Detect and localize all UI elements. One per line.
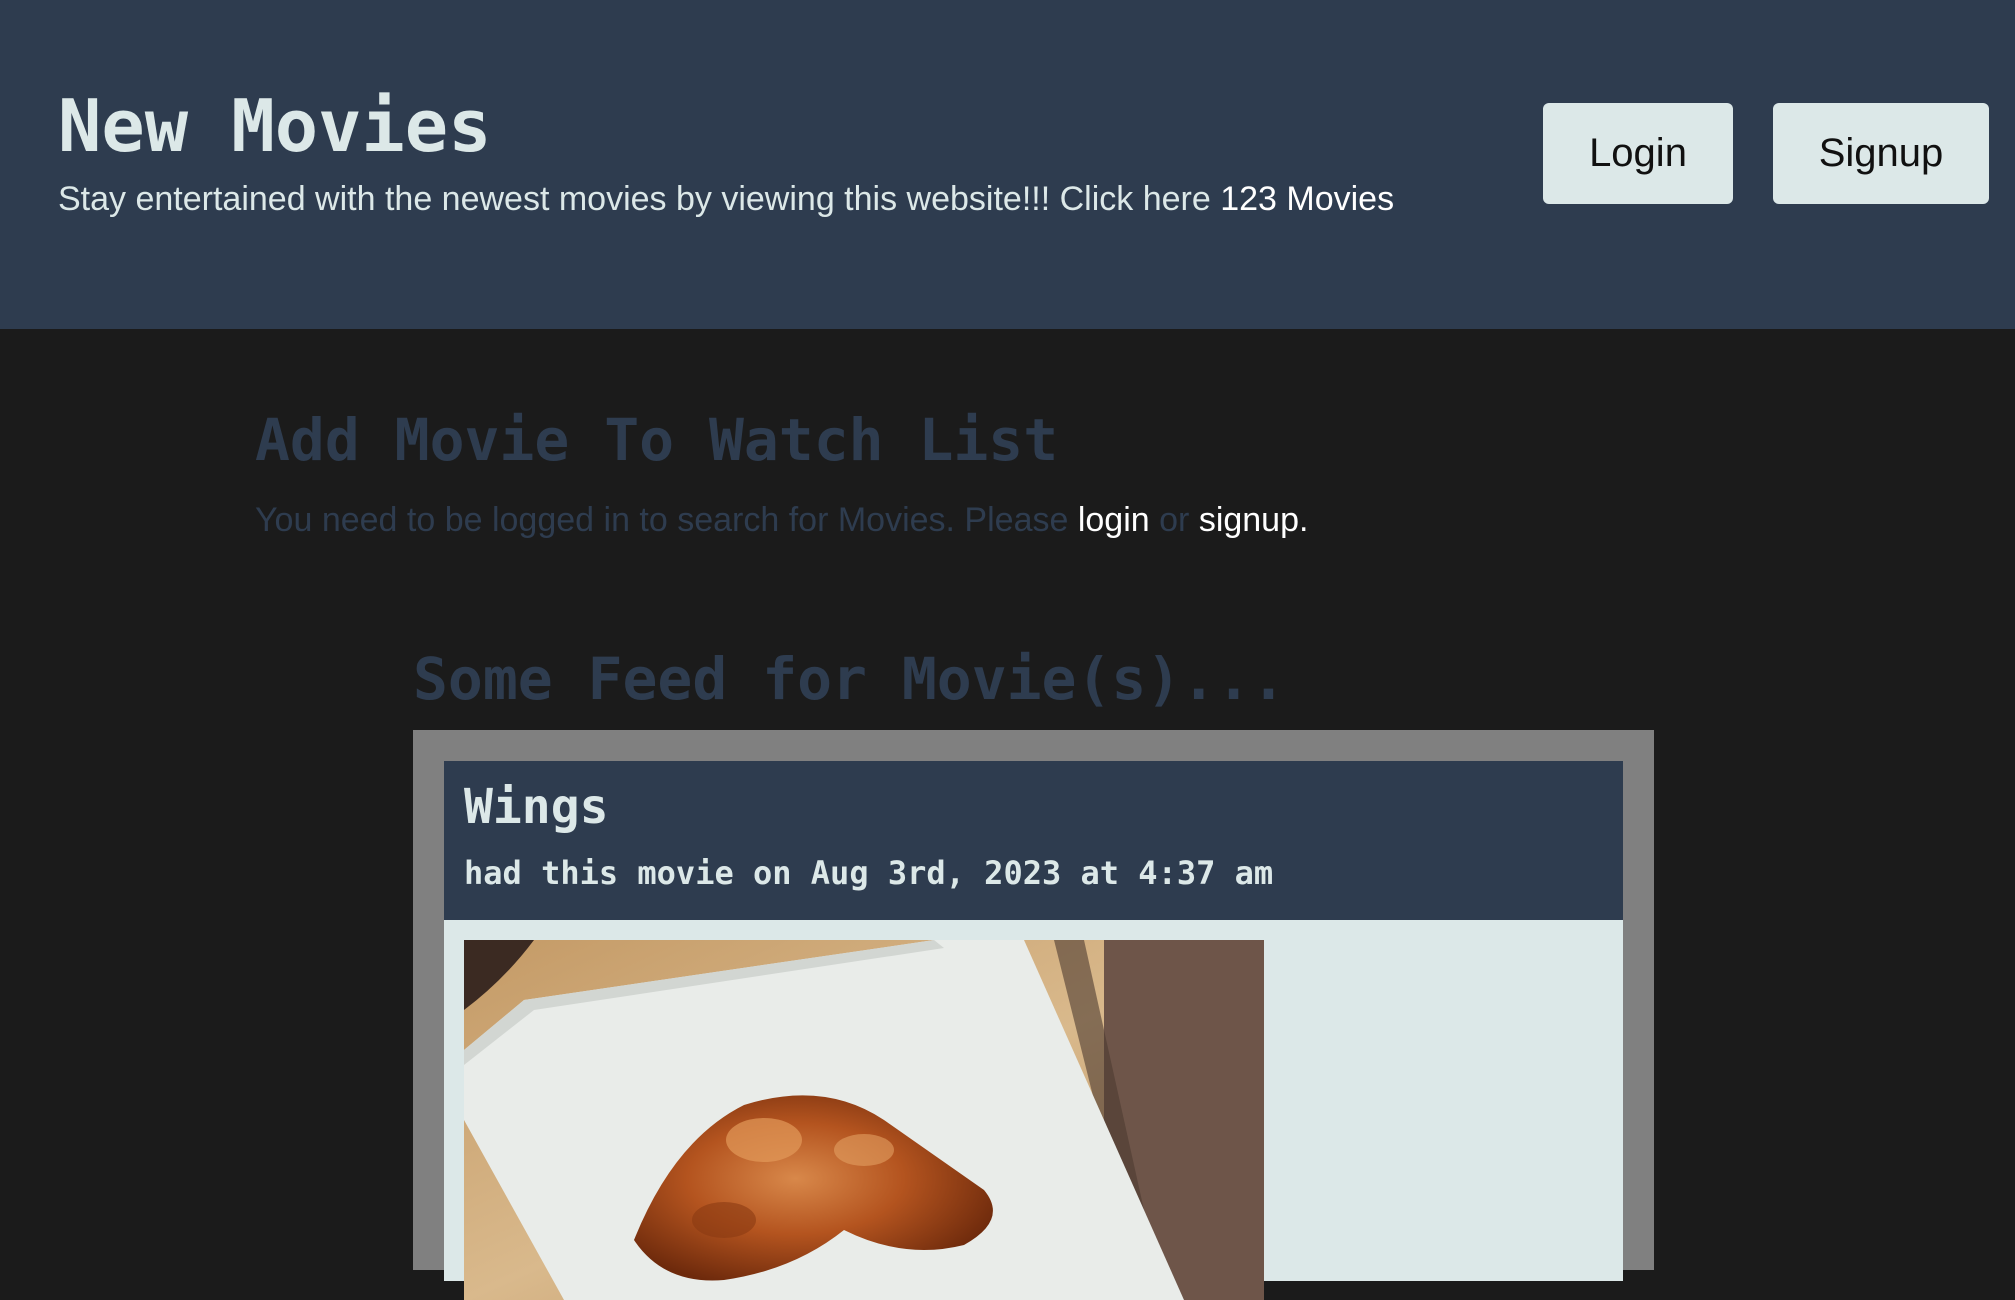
tagline-text: Stay entertained with the newest movies … <box>58 180 1221 218</box>
site-tagline: Stay entertained with the newest movies … <box>58 178 1394 220</box>
feed-heading: Some Feed for Movie(s)... <box>413 645 1286 713</box>
feed-card: Wings had this movie on Aug 3rd, 2023 at… <box>444 761 1623 1300</box>
login-note-text: You need to be logged in to search for M… <box>255 501 1078 539</box>
chicken-wing-photo <box>464 940 1264 1300</box>
feed-container: Wings had this movie on Aug 3rd, 2023 at… <box>413 730 1654 1300</box>
feed-card-title: Wings <box>464 779 609 835</box>
login-link[interactable]: login <box>1078 501 1150 539</box>
feed-card-meta: had this movie on Aug 3rd, 2023 at 4:37 … <box>464 854 1274 892</box>
login-required-note: You need to be logged in to search for M… <box>255 499 1308 541</box>
feed-card-header: Wings had this movie on Aug 3rd, 2023 at… <box>444 761 1623 920</box>
or-text: or <box>1149 501 1199 539</box>
site-title: New Movies <box>58 84 492 168</box>
add-movie-heading: Add Movie To Watch List <box>255 406 1059 474</box>
signup-button[interactable]: Signup <box>1773 103 1989 204</box>
site-header: New Movies Stay entertained with the new… <box>0 0 2015 329</box>
movies-link[interactable]: 123 Movies <box>1220 180 1394 218</box>
signup-link[interactable]: signup. <box>1199 501 1309 539</box>
login-button[interactable]: Login <box>1543 103 1733 204</box>
